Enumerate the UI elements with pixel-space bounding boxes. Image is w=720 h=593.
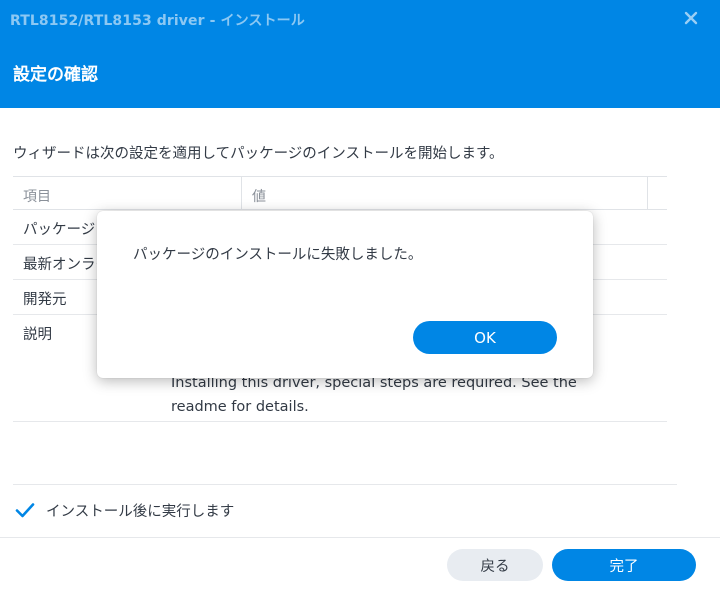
finish-button[interactable]: 完了 — [552, 549, 696, 581]
column-header-item: 項目 — [23, 189, 51, 205]
column-divider — [241, 177, 242, 210]
footer-divider — [0, 537, 720, 538]
row-key: パッケージ — [23, 222, 96, 238]
ok-button[interactable]: OK — [413, 321, 557, 354]
close-icon — [684, 11, 698, 25]
run-after-install-checkbox[interactable]: インストール後に実行します — [13, 497, 234, 523]
column-divider — [647, 177, 648, 210]
checkmark-icon — [15, 503, 35, 518]
back-button[interactable]: 戻る — [447, 549, 543, 581]
error-message: パッケージのインストールに失敗しました。 — [133, 247, 423, 263]
row-key: 開発元 — [23, 292, 67, 308]
row-key: 説明 — [23, 327, 52, 343]
window-title: RTL8152/RTL8153 driver - インストール — [10, 13, 305, 29]
install-wizard-window: RTL8152/RTL8153 driver - インストール 設定の確認 ウィ… — [0, 0, 720, 593]
table-header: 項目 値 — [13, 176, 667, 210]
close-button[interactable] — [682, 9, 700, 27]
page-title: 設定の確認 — [13, 65, 98, 85]
column-header-value: 値 — [252, 189, 266, 205]
intro-text: ウィザードは次の設定を適用してパッケージのインストールを開始します。 — [13, 146, 504, 162]
error-dialog: パッケージのインストールに失敗しました。 OK — [97, 211, 593, 378]
checkbox-label: インストール後に実行します — [46, 503, 235, 520]
divider — [13, 484, 677, 485]
header-bar: RTL8152/RTL8153 driver - インストール 設定の確認 — [0, 0, 720, 108]
